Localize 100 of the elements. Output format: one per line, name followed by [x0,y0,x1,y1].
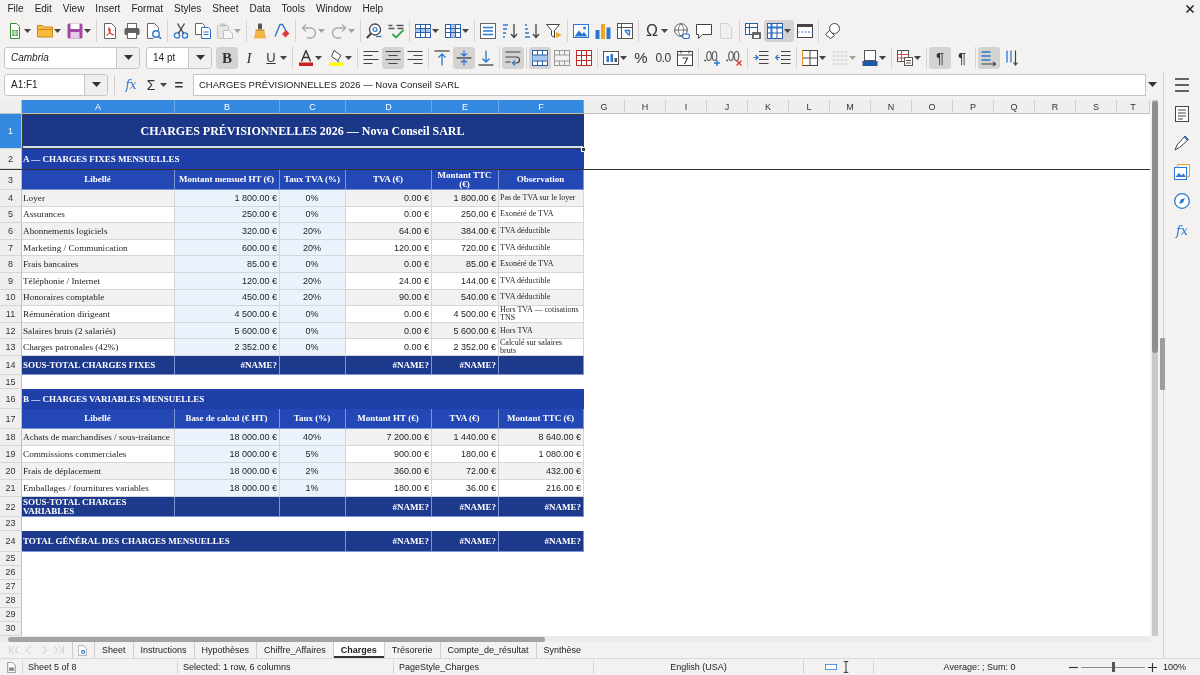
row-header[interactable]: 16 [0,389,22,410]
slider-thumb[interactable] [1111,662,1115,672]
sum-button[interactable]: Σ [141,73,169,96]
sheet-tab[interactable]: Synthèse [535,642,589,658]
column-header[interactable]: N [871,100,912,114]
dropdown-button[interactable] [188,47,211,68]
wrap-text-button[interactable] [502,46,524,69]
row-header[interactable]: 8 [0,256,22,273]
percent-format-button[interactable]: % [630,46,652,69]
freeze-panes-button[interactable] [764,19,794,42]
sheet-tab[interactable]: Instructions [132,642,194,658]
sheet-tab[interactable]: Sheet [94,642,133,658]
row-header[interactable]: 21 [0,480,22,498]
menu-item[interactable]: Data [243,2,277,15]
row-header[interactable]: 2 [0,149,22,169]
row-header[interactable]: 4 [0,190,22,207]
function-wizard-button[interactable]: fx [121,73,141,96]
sheet-tab[interactable]: Chiffre_Affaires [256,642,333,658]
menu-item[interactable]: Insert [89,2,126,15]
close-button[interactable] [1186,4,1194,13]
page-style-text[interactable]: PageStyle_Charges [399,662,480,672]
first-arrow-icon [8,645,19,655]
column-header[interactable]: A [22,100,175,114]
row-header[interactable]: 18 [0,429,22,447]
special-character-button[interactable]: Ω [641,19,671,42]
merge-center-button[interactable] [529,46,551,69]
sidebar-handle[interactable] [1160,338,1165,390]
dropdown-button[interactable] [84,74,107,95]
font-name-field[interactable]: Cambria [4,46,140,69]
menu-item[interactable]: View [57,2,90,15]
column-header[interactable]: D [346,100,432,114]
column-header[interactable]: L [789,100,830,114]
zoom-in-button[interactable] [1146,662,1159,672]
align-center-button[interactable] [382,46,404,69]
row-header[interactable]: 13 [0,339,22,357]
column-header[interactable]: C [280,100,346,114]
row-header[interactable]: 3 [0,170,22,190]
menu-item[interactable]: Styles [168,2,207,15]
column-header[interactable]: E [432,100,499,114]
row-header[interactable]: 19 [0,446,22,464]
right-to-left-button[interactable]: ¶ [951,46,973,69]
row-header[interactable]: 24 [0,530,22,552]
formula-button[interactable]: = [169,73,189,96]
sheet-tab[interactable]: Compte_de_résultat [439,642,536,658]
subtotal-cell: #NAME? [432,497,499,517]
sheet-tab[interactable]: Trésorerie [383,642,440,658]
row-header[interactable]: 14 [0,355,22,376]
fill-handle[interactable] [581,147,586,152]
column-header[interactable]: J [707,100,748,114]
menu-item[interactable]: Window [310,2,357,15]
sheet-tab[interactable]: Hypothèses [193,642,257,658]
page-icon [718,22,734,39]
menu-item[interactable]: Edit [29,2,58,15]
left-to-right-button[interactable]: ¶ [929,46,951,69]
table-row-icon [415,22,431,39]
column-header[interactable]: O [912,100,953,114]
underline-button[interactable]: U [260,46,290,69]
number-format-button[interactable]: 0.0 [652,46,674,69]
row-header[interactable]: 20 [0,463,22,481]
bold-button[interactable]: B [216,46,238,69]
scroll-thumb[interactable] [8,636,545,642]
column-header[interactable]: K [748,100,789,114]
name-box[interactable]: A1:F1 [4,73,108,96]
row-header[interactable]: 1 [0,114,22,149]
formula-input-field[interactable]: CHARGES PRÉVISIONNELLES 2026 — Nova Conseil SARL [193,73,1146,96]
menu-item[interactable]: Sheet [206,2,244,15]
row-header[interactable]: 15 [0,375,22,390]
horizontal-scrollbar[interactable] [0,636,1150,642]
language-text[interactable]: English (USA) [670,662,727,672]
scroll-thumb[interactable] [1152,101,1158,353]
column-header[interactable]: P [953,100,994,114]
menu-item[interactable]: Help [357,2,389,15]
align-middle-button[interactable] [453,46,475,69]
row-header[interactable]: 22 [0,497,22,517]
dropdown-button[interactable] [116,47,139,68]
functions-button[interactable]: fx [1170,218,1194,242]
menu-item[interactable]: File [2,2,30,15]
sheet-tab[interactable]: Charges [332,642,384,658]
column-header[interactable]: G [584,100,625,114]
column-header[interactable]: S [1076,100,1117,114]
menu-item[interactable]: Format [125,2,169,15]
close-icon [1186,4,1194,13]
row-header[interactable]: 6 [0,223,22,240]
column-header[interactable]: R [1035,100,1076,114]
column-header[interactable]: T [1117,100,1150,114]
column-header[interactable]: Q [994,100,1035,114]
column-header[interactable]: B [175,100,280,114]
summary-text: Average: ; Sum: 0 [943,662,1016,672]
row-header[interactable]: 17 [0,409,22,430]
subtotal-cell: #NAME? [432,355,499,376]
column-header[interactable]: M [830,100,871,114]
print-area-icon [745,22,761,39]
menu-item[interactable]: Tools [276,2,311,15]
italic-button[interactable]: I [238,46,260,69]
column-header[interactable]: F [499,100,584,114]
column-header[interactable]: I [666,100,707,114]
font-size-field[interactable]: 14 pt [146,46,212,69]
row-header[interactable]: 11 [0,306,22,324]
vertical-scrollbar[interactable] [1150,100,1160,636]
column-header[interactable]: H [625,100,666,114]
